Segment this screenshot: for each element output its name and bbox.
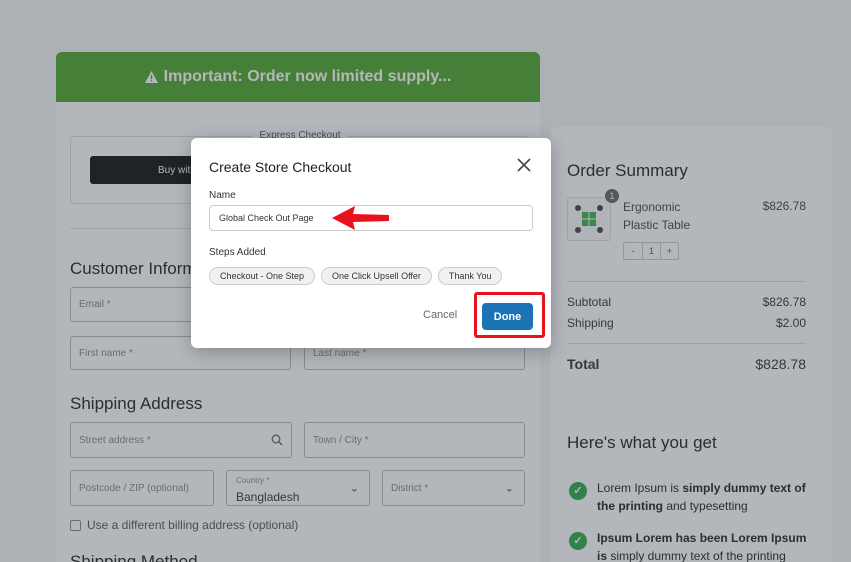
dialog-title: Create Store Checkout — [209, 159, 352, 175]
step-chip-checkout: Checkout - One Step — [209, 267, 316, 285]
done-button[interactable]: Done — [482, 303, 533, 330]
cancel-button[interactable]: Cancel — [423, 309, 457, 321]
create-store-checkout-dialog: Create Store Checkout Name Steps Added C… — [191, 138, 551, 348]
step-chip-thank-you: Thank You — [437, 267, 503, 285]
close-icon[interactable] — [515, 156, 533, 174]
steps-list: Checkout - One Step One Click Upsell Off… — [209, 267, 503, 285]
name-label: Name — [209, 190, 236, 201]
step-chip-upsell: One Click Upsell Offer — [321, 267, 432, 285]
red-arrow-annotation — [332, 206, 389, 230]
steps-added-label: Steps Added — [209, 247, 266, 258]
